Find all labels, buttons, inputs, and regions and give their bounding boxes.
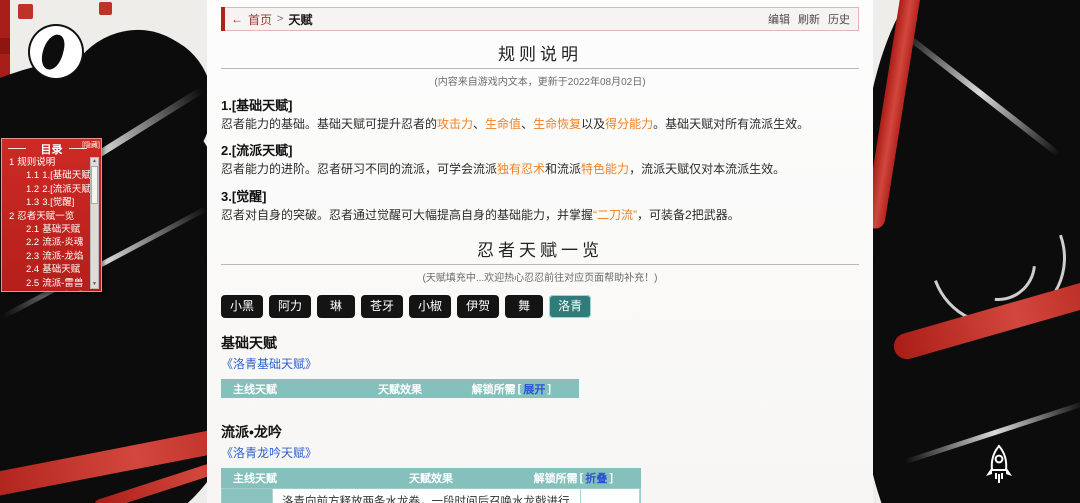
basic-talent-table: 主线天赋 天赋效果 解锁所需 [展开] [221, 379, 579, 399]
rule-section-text: 忍者能力的进阶。忍者研习不同的流派，可学会流派独有忍术和流派特色能力，流派天赋仅… [221, 162, 786, 177]
page-actions: 编辑 刷新 历史 [768, 11, 850, 27]
toc-item[interactable]: 2.6流派-妖威 [2, 290, 92, 291]
character-tabs: 小黑 阿力琳苍牙 小椒 伊贺舞洛青 [221, 295, 859, 319]
red-seal-stamp [18, 4, 33, 19]
toc-item[interactable]: 2.1 基础天赋 [2, 223, 92, 236]
expand-toggle[interactable]: 展开 [523, 381, 545, 397]
red-seal-stamp [99, 2, 112, 15]
inline-term-link[interactable]: 生命值 [485, 117, 521, 131]
rule-section-heading: 1.[基础天赋] [221, 98, 293, 113]
toc-item[interactable]: 1.2 2.[流派天赋] [2, 183, 92, 196]
inline-term-link[interactable]: 独有忍术 [497, 162, 545, 176]
rule-section-heading: 3.[觉醒] [221, 188, 267, 204]
col-unlock: 解锁所需 [展开] [471, 381, 551, 397]
toc-item[interactable]: 2.5 流派-雷兽 [2, 277, 92, 290]
toc-decorative-dash [8, 148, 26, 149]
rule-section-heading: 2.[流派天赋] [221, 143, 293, 159]
rules-subtitle: (内容来自游戏内文本，更新于2022年08月02日) [434, 77, 646, 88]
toc-scrollbar[interactable]: ▲ ▼ [90, 157, 99, 289]
toc-hide-link[interactable]: [隐藏] [82, 140, 100, 150]
unlock-cell [581, 489, 640, 503]
toc-item[interactable]: 2.4 基础天赋 [2, 263, 92, 276]
overview-subtitle: (天赋填充中...欢迎热心忍忍前往对应页面帮助补充！) [422, 273, 658, 285]
basic-talent-heading: 基础天赋 [221, 335, 277, 352]
toc-item[interactable]: 1.3 3.[觉醒] [2, 196, 92, 209]
basic-talent-table-header: 主线天赋 天赋效果 解锁所需 [展开] [221, 379, 579, 399]
talent-group-name: 忍术•归墟•水龙吟 [222, 489, 273, 503]
page-action-link[interactable]: 编辑 [768, 11, 790, 27]
inline-term-link[interactable]: 特色能力 [581, 162, 629, 176]
main-content: ← 首页 > 天赋 编辑 刷新 历史 规则说明 (内容来自游戏内文本，更新于2022… [207, 0, 873, 503]
inline-term-link[interactable]: 攻击力 [437, 117, 473, 131]
talent-effect-cell: 洛青向前方释放两条水龙卷，一段时间后召唤水龙戟进行攻击，最后化身为龙，铁蹴冲击。… [273, 489, 581, 503]
rule-section-text: 忍者能力的基础。基础天赋可提升忍者的攻击力、生命值、生命恢复以及得分能力。基础天… [221, 117, 810, 131]
breadcrumb-current-page: 天赋 [288, 12, 313, 27]
character-tab[interactable]: 洛青 [549, 295, 592, 319]
scroll-down-icon[interactable]: ▼ [91, 281, 98, 288]
character-tab[interactable]: 小椒 [409, 295, 452, 319]
school-talent-page-link[interactable]: 《洛青龙吟天赋》 [221, 444, 317, 461]
overview-title: 忍者天赋一览 [221, 236, 859, 266]
toc-item[interactable]: 2.3 流派-龙焰 [2, 250, 92, 263]
page-action-link[interactable]: 历史 [828, 11, 850, 27]
breadcrumb: ← 首页 > 天赋 编辑 刷新 历史 [221, 7, 859, 31]
character-tab[interactable]: 舞 [505, 295, 544, 319]
character-tab[interactable]: 苍牙 [361, 295, 404, 319]
school-talent-table-body: 忍术•归墟•水龙吟 洛青向前方释放两条水龙卷，一段时间后召唤水龙戟进行攻击，最后… [222, 489, 640, 503]
inline-term-link[interactable]: 得分能力 [605, 117, 653, 131]
character-tab[interactable]: 伊贺 [457, 295, 500, 319]
school-talent-heading: 流派•龙吟 [221, 424, 282, 441]
rules-title: 规则说明 [221, 40, 859, 69]
toc-item[interactable]: 2.2 流派-炎魂 [2, 236, 92, 249]
collapse-toggle[interactable]: 折叠 [585, 470, 607, 486]
breadcrumb-home-link[interactable]: 首页 [248, 11, 272, 28]
toc-item[interactable]: 2 忍者天赋一览 [2, 210, 92, 223]
table-of-contents: 目录 [隐藏] 1 规则说明 1.1 1.[基础天赋] 1.2 2.[流派天赋] 1.… [1, 138, 102, 292]
school-talent-table: 主线天赋 天赋效果 解锁所需 [折叠] 忍术•归墟•水龙吟 洛青向前方释放两条水… [221, 468, 641, 503]
page-action-link[interactable]: 刷新 [798, 11, 820, 27]
breadcrumb-separator: > [277, 13, 284, 25]
toc-item[interactable]: 1.1 1.[基础天赋] [2, 169, 92, 182]
page: ← 首页 > 天赋 编辑 刷新 历史 规则说明 (内容来自游戏内文本，更新于2022… [0, 0, 1080, 503]
rule-section-text: 忍者对自身的突破。忍者通过觉醒可大幅提高自身的基础能力，并掌握“二刀流”，可装备… [221, 207, 740, 222]
character-tab[interactable]: 琳 [317, 295, 356, 319]
inline-term-link[interactable]: “二刀流” [593, 208, 637, 222]
back-to-top-rocket-icon[interactable] [981, 443, 1017, 491]
back-arrow-icon[interactable]: ← [231, 12, 243, 26]
toc-item[interactable]: 1 规则说明 [2, 156, 92, 169]
character-tab[interactable]: 阿力 [269, 295, 312, 319]
character-tab[interactable]: 小黑 [221, 295, 264, 319]
basic-talent-page-link[interactable]: 《洛青基础天赋》 [221, 355, 317, 372]
scrollbar-thumb[interactable] [91, 166, 98, 204]
toc-header: 目录 [隐藏] [2, 139, 101, 156]
ink-circle-art [30, 26, 82, 78]
inline-term-link[interactable]: 生命恢复 [533, 117, 581, 131]
scroll-up-icon[interactable]: ▲ [91, 158, 98, 165]
toc-list: 1 规则说明 1.1 1.[基础天赋] 1.2 2.[流派天赋] 1.3 3.[觉醒] … [2, 156, 92, 291]
col-unlock: 解锁所需 [折叠] [533, 470, 613, 486]
school-talent-table-header: 主线天赋 天赋效果 解锁所需 [折叠] [221, 468, 641, 490]
toc-title: 目录 [40, 144, 63, 156]
